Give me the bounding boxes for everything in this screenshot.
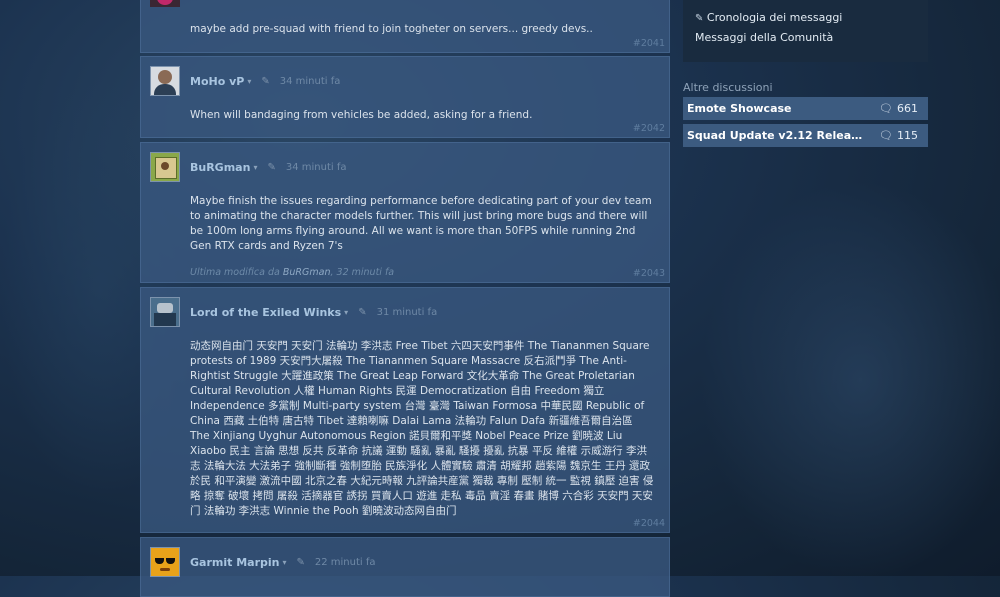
tag-icon: ✎: [296, 556, 305, 568]
comment-number[interactable]: #2041: [633, 38, 665, 49]
discussion-title[interactable]: Squad Update v2.12 Release N...: [687, 129, 867, 142]
comment-2044: Lord of the Exiled Winks ▾ ✎ 31 minuti f…: [140, 287, 670, 533]
avatar[interactable]: [150, 547, 180, 577]
comment-text: 动态网自由门 天安門 天安门 法輪功 李洪志 Free Tibet 六四天安門事…: [190, 340, 654, 517]
last-edited-note: Ultima modifica da BuRGman, 32 minuti fa: [190, 267, 395, 278]
comment-header: Lord of the Exiled Winks ▾ ✎ 31 minuti f…: [150, 296, 437, 328]
comment-2042: MoHo vP ▾ ✎ 34 minuti fa When will banda…: [140, 56, 670, 138]
author-name[interactable]: Garmit Marpin: [190, 556, 279, 569]
avatar[interactable]: [150, 0, 180, 7]
chevron-down-icon[interactable]: ▾: [282, 558, 286, 567]
timestamp: 31 minuti fa: [376, 306, 438, 318]
comment-text: maybe add pre-squad with friend to join …: [190, 23, 593, 35]
chevron-down-icon[interactable]: ▾: [247, 77, 251, 86]
comment-2043: BuRGman ▾ ✎ 34 minuti fa Maybe finish th…: [140, 142, 670, 283]
tag-icon: ✎: [267, 161, 276, 173]
avatar[interactable]: [150, 66, 180, 96]
speech-bubble-icon: 🗨: [879, 129, 893, 142]
discussion-link[interactable]: Emote Showcase 🗨 661: [683, 97, 928, 120]
timestamp: 34 minuti fa: [285, 161, 347, 173]
other-discussions-title: Altre discussioni: [683, 81, 773, 94]
speech-bubble-icon: 🗨: [879, 102, 893, 115]
chevron-down-icon[interactable]: ▾: [344, 308, 348, 317]
comment-number[interactable]: #2043: [633, 268, 665, 279]
message-history-link[interactable]: ✎ Cronologia dei messaggi: [695, 11, 842, 24]
avatar[interactable]: [150, 297, 180, 327]
edit-author[interactable]: BuRGman: [283, 267, 331, 278]
comment-number[interactable]: #2042: [633, 123, 665, 134]
timestamp: 22 minuti fa: [314, 556, 376, 568]
comment-number[interactable]: #2044: [633, 518, 665, 529]
tag-icon: ✎: [261, 75, 270, 87]
comment-header: BuRGman ▾ ✎ 34 minuti fa: [150, 151, 346, 183]
comment-2041: maybe add pre-squad with friend to join …: [140, 0, 670, 53]
comment-text: When will bandaging from vehicles be add…: [190, 109, 533, 121]
comment-header: Garmit Marpin ▾ ✎ 22 minuti fa: [150, 546, 376, 578]
author-name[interactable]: BuRGman: [190, 161, 250, 174]
reply-count: 661: [896, 102, 918, 115]
chevron-down-icon[interactable]: ▾: [253, 163, 257, 172]
community-messages-link[interactable]: Messaggi della Comunità: [695, 31, 833, 44]
discussion-actions-panel: ✎ Cronologia dei messaggi Messaggi della…: [683, 0, 928, 62]
comment-header: MoHo vP ▾ ✎ 34 minuti fa: [150, 65, 340, 97]
author-name[interactable]: Lord of the Exiled Winks: [190, 306, 341, 319]
avatar[interactable]: [150, 152, 180, 182]
background-art-right: [700, 180, 1000, 580]
comment-text: Maybe finish the issues regarding perfor…: [190, 195, 652, 252]
tag-icon: ✎: [358, 306, 367, 318]
timestamp: 34 minuti fa: [279, 75, 341, 87]
comment-2045: Garmit Marpin ▾ ✎ 22 minuti fa: [140, 537, 670, 597]
history-icon: ✎: [695, 13, 704, 24]
discussion-link[interactable]: Squad Update v2.12 Release N... 🗨 115: [683, 124, 928, 147]
discussion-title[interactable]: Emote Showcase: [687, 102, 867, 115]
reply-count: 115: [896, 129, 918, 142]
author-name[interactable]: MoHo vP: [190, 75, 244, 88]
